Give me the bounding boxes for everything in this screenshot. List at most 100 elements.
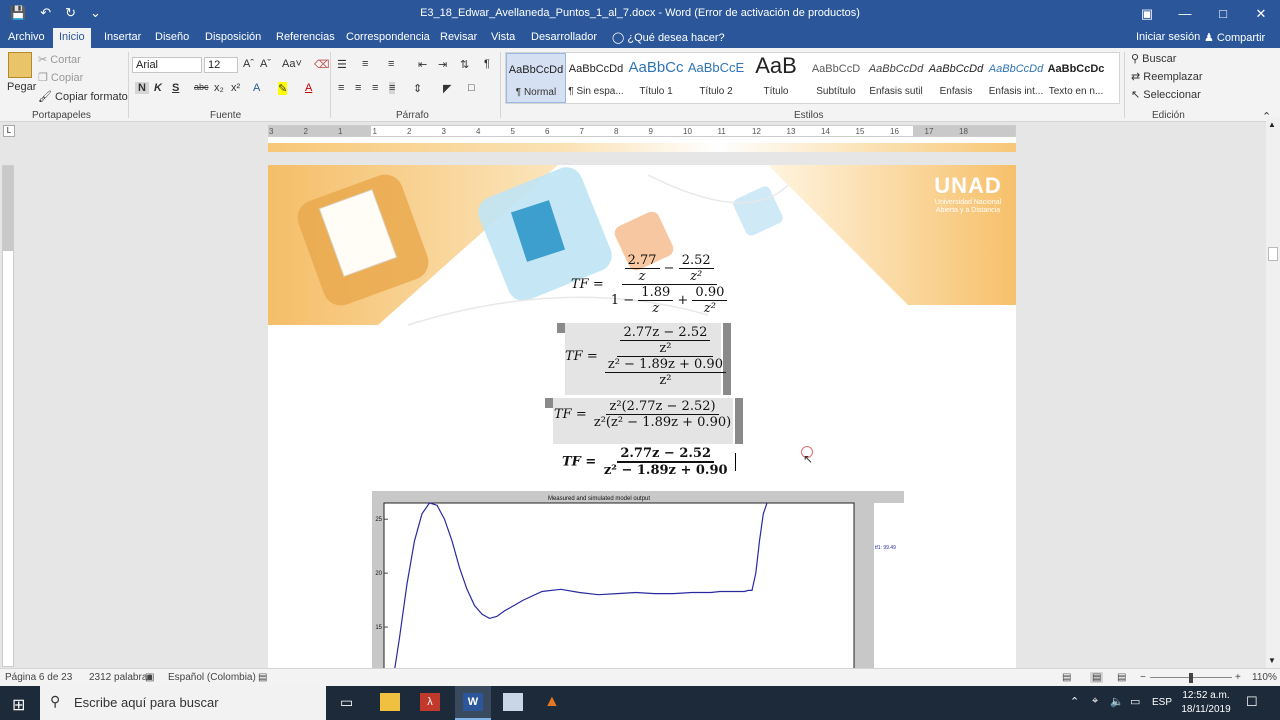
style-heading-2[interactable]: AaBbCcE Título 2: [686, 53, 746, 103]
word-count[interactable]: 2312 palabras: [89, 672, 152, 683]
paste-button[interactable]: Pegar: [7, 81, 36, 93]
language-status[interactable]: Español (Colombia): [168, 672, 256, 683]
italic-button[interactable]: K: [154, 82, 162, 94]
input-language[interactable]: ESP: [1152, 697, 1172, 708]
multilevel-list-icon[interactable]: ≡: [388, 58, 394, 70]
maximize-icon[interactable]: □: [1204, 0, 1242, 28]
equation-handle[interactable]: [545, 398, 553, 408]
clock[interactable]: 12:52 a.m. 18/11/2019: [1176, 689, 1236, 717]
zoom-level[interactable]: 110%: [1252, 672, 1277, 683]
equation-1[interactable]: TF = 2.77 z − 2.52 z² 1 − 1.89 z + 0.90 z²: [571, 253, 730, 316]
volume-icon[interactable]: 🔈: [1110, 695, 1124, 708]
battery-icon[interactable]: ▭: [1130, 695, 1140, 708]
superscript-icon[interactable]: x²: [231, 82, 240, 94]
word-taskbar-button[interactable]: W: [455, 686, 491, 720]
tab-insertar[interactable]: Insertar: [104, 31, 141, 43]
copy-button[interactable]: ❐ Copiar: [38, 71, 83, 84]
horizontal-ruler[interactable]: 3 2 1 1 2 3 4 5 6 7 8 9 10 11 12 13 14 15 16 17 18: [268, 125, 1016, 137]
select-button[interactable]: ↖ Seleccionar: [1131, 88, 1201, 101]
align-center-icon[interactable]: ≡: [355, 82, 361, 94]
pilcrow-icon[interactable]: ¶: [484, 58, 490, 70]
windows-start-icon[interactable]: ⊞: [12, 695, 25, 715]
borders-icon[interactable]: □: [468, 82, 475, 94]
strikethrough-icon[interactable]: abc: [194, 82, 209, 92]
decrease-indent-icon[interactable]: ⇤: [418, 58, 427, 71]
tab-correspondencia[interactable]: Correspondencia: [346, 31, 430, 43]
format-painter-button[interactable]: 🖌 Copiar formato: [38, 90, 128, 103]
style-intense-emphasis[interactable]: AaBbCcDd Énfasis int...: [986, 53, 1046, 103]
justify-icon[interactable]: ≡: [389, 82, 396, 94]
tab-desarrollador[interactable]: Desarrollador: [531, 31, 597, 43]
scroll-down-icon[interactable]: ▼: [1268, 656, 1276, 665]
tab-selector[interactable]: L: [3, 125, 15, 137]
style-subtle-emphasis[interactable]: AaBbCcDd Énfasis sutil: [866, 53, 926, 103]
tab-disposicion[interactable]: Disposición: [205, 31, 261, 43]
text-effects-icon[interactable]: A: [253, 82, 260, 94]
tab-inicio[interactable]: Inicio: [53, 28, 91, 48]
font-color-icon[interactable]: A: [305, 82, 312, 94]
equation-options-handle[interactable]: [735, 398, 743, 444]
style-heading-1[interactable]: AaBbCc Título 1: [626, 53, 686, 103]
equation-4[interactable]: TF = 2.77z − 2.52 z² − 1.89z + 0.90: [562, 446, 737, 478]
change-case-icon[interactable]: Aa˅: [282, 58, 302, 70]
tell-me-box[interactable]: ◯ ¿Qué desea hacer?: [612, 31, 725, 44]
tab-diseno[interactable]: Diseño: [155, 31, 189, 43]
zoom-slider-thumb[interactable]: [1189, 673, 1193, 683]
cut-button[interactable]: ✂ Cortar: [38, 53, 81, 66]
paste-icon[interactable]: [8, 52, 32, 78]
task-view-icon[interactable]: ▭: [340, 694, 353, 711]
find-button[interactable]: ⚲ Buscar: [1131, 52, 1176, 65]
zoom-in-icon[interactable]: +: [1235, 672, 1241, 683]
taskbar-search[interactable]: ⚲ Escribe aquí para buscar: [40, 686, 326, 720]
acrobat-icon[interactable]: λ: [420, 693, 440, 711]
chart-image[interactable]: Measured and simulated model output tf1: …: [372, 491, 904, 668]
line-spacing-icon[interactable]: ⇕: [413, 82, 422, 95]
align-right-icon[interactable]: ≡: [372, 82, 378, 94]
document-page[interactable]: UNAD Universidad Nacional Abierta y a Di…: [268, 165, 1016, 668]
style-no-spacing[interactable]: AaBbCcDd ¶ Sin espa...: [566, 53, 626, 103]
vertical-scrollbar[interactable]: ▲ ▼: [1266, 117, 1280, 668]
style-strong[interactable]: AaBbCcDc Texto en n...: [1046, 53, 1106, 103]
replace-button[interactable]: ⇄ Reemplazar: [1131, 70, 1203, 83]
style-emphasis[interactable]: AaBbCcDd Énfasis: [926, 53, 986, 103]
network-icon[interactable]: ⌖: [1092, 695, 1098, 708]
font-name-box[interactable]: Arial: [132, 57, 202, 73]
tab-referencias[interactable]: Referencias: [276, 31, 335, 43]
tab-vista[interactable]: Vista: [491, 31, 515, 43]
grow-font-icon[interactable]: Aˆ: [243, 58, 254, 70]
equation-2[interactable]: TF = 2.77z − 2.52 z² z² − 1.89z + 0.90 z²: [565, 325, 729, 388]
equation-3[interactable]: TF = z²(2.77z − 2.52) z²(z² − 1.89z + 0.…: [554, 399, 734, 430]
increase-indent-icon[interactable]: ⇥: [438, 58, 447, 71]
close-icon[interactable]: ✕: [1242, 0, 1280, 28]
app-icon[interactable]: [503, 693, 523, 711]
shading-icon[interactable]: ◤: [443, 82, 451, 95]
subscript-icon[interactable]: x₂: [214, 82, 224, 94]
print-layout-icon[interactable]: ▤: [1090, 672, 1104, 683]
tab-archivo[interactable]: Archivo: [8, 31, 45, 43]
minimize-icon[interactable]: —: [1166, 0, 1204, 28]
style-normal[interactable]: AaBbCcDd ¶ Normal: [506, 53, 566, 103]
equation-handle[interactable]: [557, 323, 565, 333]
web-layout-icon[interactable]: ▤: [1117, 672, 1126, 683]
underline-button[interactable]: S: [172, 82, 179, 94]
numbering-icon[interactable]: ≡: [362, 58, 368, 70]
shrink-font-icon[interactable]: Aˇ: [260, 58, 271, 70]
ribbon-display-icon[interactable]: ▣: [1128, 0, 1166, 28]
notifications-icon[interactable]: ☐: [1246, 694, 1258, 710]
zoom-out-icon[interactable]: −: [1140, 672, 1146, 683]
highlight-icon[interactable]: ✎: [278, 82, 288, 95]
bold-button[interactable]: N: [135, 82, 149, 94]
proofing-icon[interactable]: ▣: [145, 672, 154, 683]
macro-icon[interactable]: ▤: [258, 672, 267, 683]
align-left-icon[interactable]: ≡: [338, 82, 344, 94]
tab-revisar[interactable]: Revisar: [440, 31, 477, 43]
style-title[interactable]: AaB Título: [746, 53, 806, 103]
sort-icon[interactable]: ⇅: [460, 58, 469, 71]
page-count[interactable]: Página 6 de 23: [5, 672, 72, 683]
scroll-up-icon[interactable]: ▲: [1268, 120, 1276, 129]
clear-format-icon[interactable]: ⌫: [314, 58, 330, 71]
read-mode-icon[interactable]: ▤: [1062, 672, 1071, 683]
signin-link[interactable]: Iniciar sesión: [1136, 31, 1200, 43]
file-explorer-icon[interactable]: [380, 693, 400, 711]
scrollbar-thumb[interactable]: [1268, 247, 1278, 261]
